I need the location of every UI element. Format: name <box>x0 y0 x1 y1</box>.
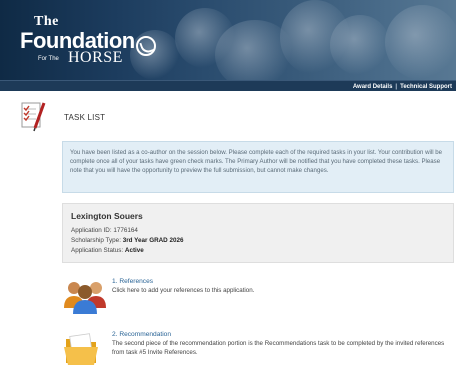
application-status-row: Application Status: Active <box>71 246 445 256</box>
scholarship-type-value: 3rd Year GRAD 2026 <box>122 237 184 244</box>
checklist-icon <box>21 102 46 132</box>
nav-links: Award Details | Technical Support <box>353 81 452 92</box>
task-title[interactable]: 2. Recommendation <box>112 331 171 338</box>
nav-award-details[interactable]: Award Details <box>353 84 393 90</box>
applicant-name: Lexington Souers <box>71 211 143 221</box>
horse-emblem-icon <box>136 36 156 56</box>
banner-photo <box>130 30 180 80</box>
info-message: You have been listed as a co-author on t… <box>62 141 454 193</box>
scholarship-type-row: Scholarship Type: 3rd Year GRAD 2026 <box>71 236 445 246</box>
people-icon <box>64 282 106 314</box>
scholarship-type-label: Scholarship Type: <box>71 237 121 244</box>
banner-photo <box>330 15 390 75</box>
application-id-row: Application ID: 1776164 <box>71 226 445 236</box>
task-title[interactable]: 1. References <box>112 278 153 285</box>
header-banner: The Foundation For The HORSE <box>0 0 456 80</box>
banner-photo <box>385 5 456 80</box>
task-description: The second piece of the recommendation p… <box>112 340 445 356</box>
nav-separator: | <box>395 83 398 90</box>
top-navbar: Award Details | Technical Support <box>0 80 456 91</box>
logo-for-the: For The <box>38 56 59 62</box>
task-references[interactable]: 1. References Click here to add your ref… <box>62 278 454 318</box>
application-id-value: 1776164 <box>113 227 138 234</box>
application-status-label: Application Status: <box>71 247 124 254</box>
application-summary: Lexington Souers Application ID: 1776164… <box>62 203 454 263</box>
logo-horse: HORSE <box>68 49 123 66</box>
page-title: TASK LIST <box>64 113 106 122</box>
nav-technical-support[interactable]: Technical Support <box>400 84 452 90</box>
task-description: Click here to add your references to thi… <box>112 287 255 294</box>
task-recommendation[interactable]: 2. Recommendation The second piece of th… <box>62 331 454 371</box>
application-status-value: Active <box>124 247 144 254</box>
application-id-label: Application ID: <box>71 227 112 234</box>
folder-icon <box>64 333 98 365</box>
